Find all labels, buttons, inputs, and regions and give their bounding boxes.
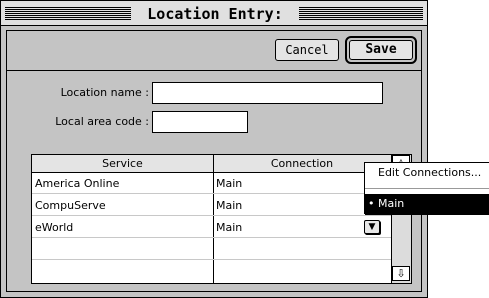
table-row[interactable]: America Online Main [32, 173, 391, 195]
save-button-default-ring: Save [345, 36, 417, 64]
title-bar-stripes-left [5, 7, 131, 20]
service-cell: America Online [32, 173, 213, 194]
scroll-down-arrow-icon[interactable]: ⇩ [392, 266, 410, 281]
title-bar-stripes-right [299, 7, 423, 20]
cancel-button[interactable]: Cancel [275, 39, 339, 61]
connection-cell-empty [213, 239, 391, 260]
location-name-field[interactable] [152, 82, 383, 104]
menu-item-edit-connections[interactable]: Edit Connections... [365, 163, 489, 183]
window-content: Cancel Save Location name : Local area c… [6, 30, 422, 292]
location-name-label: Location name : [60, 86, 149, 99]
location-entry-window: Location Entry: Cancel Save Location nam… [0, 0, 428, 298]
column-header-service[interactable]: Service [32, 155, 213, 173]
save-button[interactable]: Save [349, 40, 413, 60]
table-row-empty[interactable] [32, 239, 391, 261]
area-code-field[interactable] [152, 111, 248, 133]
table-row[interactable]: CompuServe Main [32, 195, 391, 217]
services-table: Service Connection America Online Main C… [31, 154, 412, 284]
popup-triangle-icon[interactable]: ▼ [364, 220, 380, 234]
service-cell-empty [32, 239, 213, 260]
area-code-label: Local area code : [55, 115, 149, 128]
menu-item-main[interactable]: • Main [365, 194, 489, 214]
service-cell: eWorld [32, 217, 213, 238]
title-bar[interactable]: Location Entry: [1, 1, 427, 26]
menu-separator [365, 188, 489, 189]
window-title: Location Entry: [133, 4, 297, 24]
connection-popup-menu: Edit Connections... • Main [364, 162, 489, 214]
service-cell: CompuServe [32, 195, 213, 216]
table-row[interactable]: eWorld Main ▼ [32, 217, 391, 239]
divider [7, 70, 421, 71]
